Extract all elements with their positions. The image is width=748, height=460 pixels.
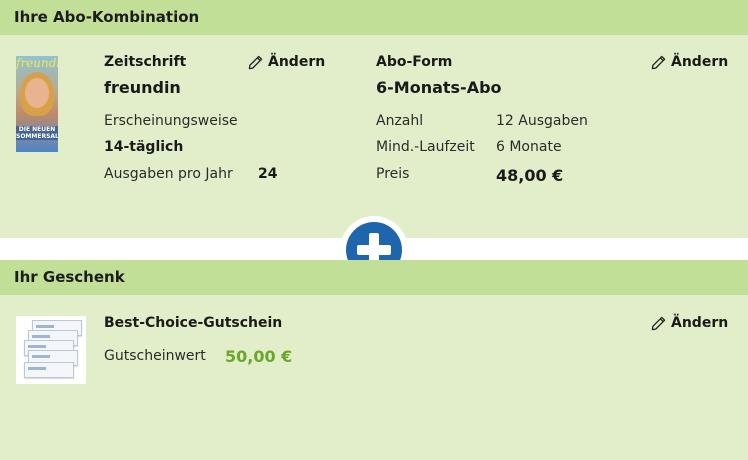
abo-combination-title: Ihre Abo-Kombination [14, 8, 200, 26]
frequency-value: 14-täglich [104, 139, 184, 155]
magazine-label: Zeitschrift [104, 54, 187, 70]
magazine-name: freundin [104, 78, 181, 97]
count-value: 12 Ausgaben [496, 113, 588, 129]
cover-headline: DIE NEUEN SOMMERSALATE [16, 126, 58, 140]
frequency-label: Erscheinungsweise [104, 113, 238, 129]
gift-name: Best-Choice-Gutschein [104, 315, 283, 331]
pencil-icon [248, 55, 263, 69]
issues-per-year-value: 24 [258, 166, 278, 182]
pencil-icon [651, 316, 666, 330]
edit-gift-button[interactable]: Ändern [651, 315, 728, 331]
abo-combination-header: Ihre Abo-Kombination [0, 0, 748, 35]
gift-value-label: Gutscheinwert [104, 348, 206, 364]
gift-header: Ihr Geschenk [0, 260, 748, 295]
issues-per-year-label: Ausgaben pro Jahr [104, 166, 233, 182]
price-label: Preis [376, 166, 410, 182]
edit-subscription-button[interactable]: Ändern [651, 54, 728, 70]
voucher-image [16, 316, 86, 384]
cover-face-shape [25, 78, 49, 108]
edit-subscription-label: Ändern [671, 54, 729, 70]
subscription-label: Abo-Form [376, 54, 453, 70]
subscription-name: 6-Monats-Abo [376, 78, 502, 97]
cover-title: freundin [16, 56, 58, 70]
pencil-icon [651, 55, 666, 69]
edit-magazine-button[interactable]: Ändern [248, 54, 325, 70]
edit-magazine-label: Ändern [268, 54, 326, 70]
magazine-cover-image: freundin DIE NEUEN SOMMERSALATE [16, 56, 58, 152]
voucher-card [24, 362, 74, 378]
min-term-value: 6 Monate [496, 139, 562, 155]
gift-title: Ihr Geschenk [14, 268, 125, 286]
gift-value: 50,00 € [225, 347, 293, 366]
price-value: 48,00 € [496, 166, 564, 185]
edit-gift-label: Ändern [671, 315, 729, 331]
min-term-label: Mind.-Laufzeit [376, 139, 475, 155]
count-label: Anzahl [376, 113, 424, 129]
